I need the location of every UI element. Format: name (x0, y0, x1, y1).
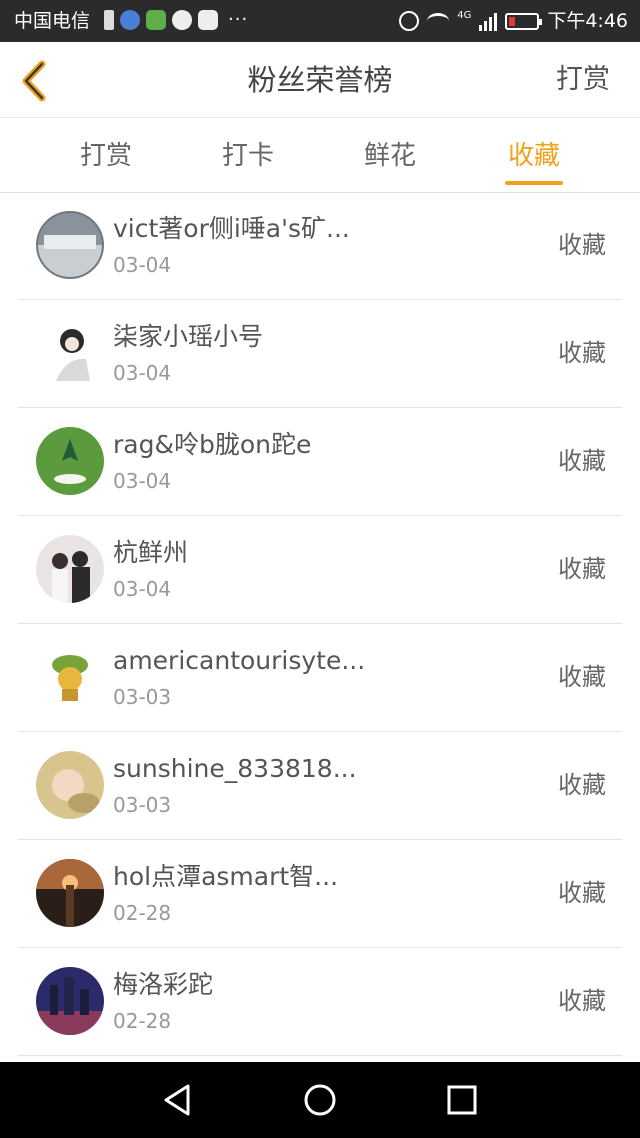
fan-date: 03-04 (113, 577, 172, 601)
browser-app-icon (120, 9, 140, 30)
fan-date: 03-03 (113, 793, 172, 817)
avatar (36, 751, 104, 819)
fan-date: 02-28 (113, 1009, 172, 1033)
reward-button[interactable]: 打赏 (556, 42, 610, 118)
alarm-icon (399, 11, 420, 31)
list-item[interactable]: americantourisyte... 03-03 收藏 (18, 624, 622, 732)
list-item[interactable]: hol点潭asmart智... 02-28 收藏 (18, 840, 622, 948)
wechat-icon (172, 9, 192, 30)
status-bar: 中国电信 ··· 4G 下午4:46 (0, 0, 640, 42)
app-header: 粉丝荣誉榜 打赏 (0, 42, 640, 118)
carrier-label: 中国电信 (14, 10, 91, 32)
avatar (36, 427, 104, 495)
fan-action: 收藏 (558, 555, 606, 583)
sim-alert-icon (104, 9, 114, 30)
fan-action: 收藏 (558, 879, 606, 907)
more-notifications: ··· (228, 9, 249, 30)
fan-name: rag&呤b胧on跎e (113, 430, 312, 459)
tab-flowers[interactable]: 鲜花 (330, 119, 450, 193)
home-circle-icon[interactable] (302, 1082, 338, 1118)
fan-name: 梅洛彩跎 (113, 970, 214, 999)
notification-icons: ··· (104, 9, 248, 30)
fan-date: 03-04 (113, 361, 172, 385)
fan-list: vict著or侧i唾a's矿... 03-04 收藏 柒家小瑶小号 03-04 … (0, 192, 640, 1056)
avatar (36, 859, 104, 927)
video-app-icon (146, 9, 166, 30)
recents-square-icon[interactable] (444, 1082, 480, 1118)
fan-date: 02-28 (113, 901, 172, 925)
fan-name: hol点潭asmart智... (113, 862, 339, 891)
fan-name: 柒家小瑶小号 (113, 322, 264, 351)
fan-name: 杭鲜州 (113, 538, 189, 567)
fan-action: 收藏 (558, 447, 606, 475)
system-nav-bar (0, 1062, 640, 1138)
fan-action: 收藏 (558, 339, 606, 367)
page-title: 粉丝荣誉榜 (247, 63, 393, 97)
list-item[interactable]: 杭鲜州 03-04 收藏 (18, 516, 622, 624)
tab-checkin[interactable]: 打卡 (188, 119, 308, 193)
wifi-icon (427, 13, 450, 29)
avatar (36, 967, 104, 1035)
active-tab-indicator (505, 181, 563, 185)
list-item[interactable]: 柒家小瑶小号 03-04 收藏 (18, 300, 622, 408)
map-app-icon (198, 9, 218, 30)
battery-icon (505, 12, 543, 30)
tab-reward[interactable]: 打赏 (46, 119, 166, 193)
list-item[interactable]: 梅洛彩跎 02-28 收藏 (18, 948, 622, 1056)
fan-name: sunshine_833818... (113, 754, 357, 783)
fan-action: 收藏 (558, 987, 606, 1015)
avatar (36, 319, 104, 387)
fan-date: 03-03 (113, 685, 172, 709)
fan-date: 03-04 (113, 469, 172, 493)
fan-name: vict著or侧i唾a's矿... (113, 214, 350, 243)
fan-action: 收藏 (558, 663, 606, 691)
network-type-label: 4G (457, 9, 472, 21)
list-item[interactable]: vict著or侧i唾a's矿... 03-04 收藏 (18, 192, 622, 300)
list-item[interactable]: sunshine_833818... 03-03 收藏 (18, 732, 622, 840)
fan-name: americantourisyte... (113, 646, 366, 675)
fan-action: 收藏 (558, 231, 606, 259)
list-item[interactable]: rag&呤b胧on跎e 03-04 收藏 (18, 408, 622, 516)
signal-icon (479, 11, 498, 31)
avatar (36, 211, 104, 279)
fan-date: 03-04 (113, 253, 172, 277)
clock: 下午4:46 (547, 10, 628, 32)
back-triangle-icon[interactable] (160, 1082, 196, 1118)
avatar (36, 643, 104, 711)
avatar (36, 535, 104, 603)
fan-action: 收藏 (558, 771, 606, 799)
